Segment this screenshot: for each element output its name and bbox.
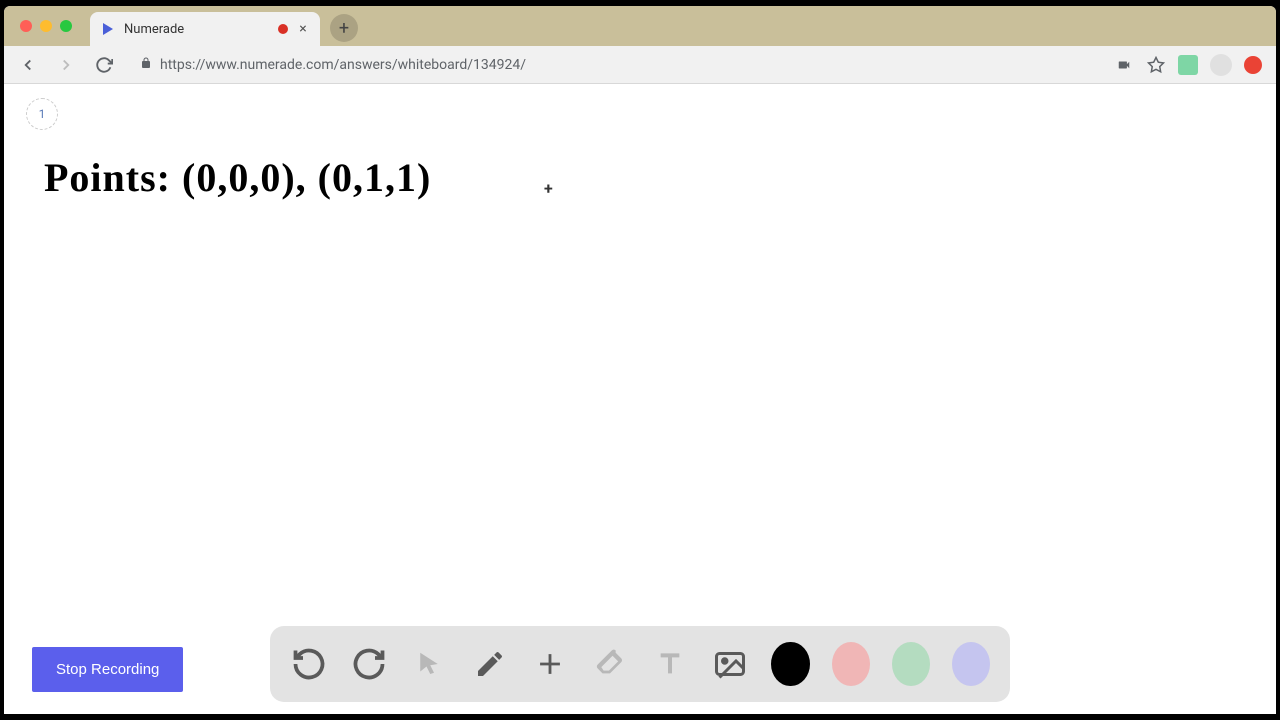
- close-tab-button[interactable]: ×: [296, 22, 310, 36]
- color-black-button[interactable]: [771, 642, 809, 686]
- redo-button[interactable]: [350, 642, 388, 686]
- back-button[interactable]: [14, 51, 42, 79]
- lock-icon: [140, 57, 152, 72]
- tab-favicon-icon: [100, 21, 116, 37]
- window-controls: [12, 6, 80, 46]
- profile-avatar[interactable]: [1210, 54, 1232, 76]
- handwriting-text: Points: (0,0,0), (0,1,1): [44, 154, 431, 201]
- crosshair-cursor-icon: +: [544, 179, 553, 198]
- browser-window: Numerade × + https://www.numerade.com/an…: [4, 6, 1276, 714]
- browser-toolbar: https://www.numerade.com/answers/whitebo…: [4, 46, 1276, 84]
- maximize-window-button[interactable]: [60, 20, 72, 32]
- image-tool-button[interactable]: [711, 642, 749, 686]
- browser-tab[interactable]: Numerade ×: [90, 12, 320, 46]
- tab-title: Numerade: [124, 22, 270, 37]
- address-bar[interactable]: https://www.numerade.com/answers/whitebo…: [128, 51, 1104, 79]
- minimize-window-button[interactable]: [40, 20, 52, 32]
- undo-button[interactable]: [290, 642, 328, 686]
- close-window-button[interactable]: [20, 20, 32, 32]
- camera-icon[interactable]: [1114, 55, 1134, 75]
- url-text: https://www.numerade.com/answers/whitebo…: [160, 57, 526, 73]
- forward-button[interactable]: [52, 51, 80, 79]
- plus-tool-button[interactable]: [531, 642, 569, 686]
- pen-tool-button[interactable]: [470, 642, 508, 686]
- recording-indicator-icon: [278, 24, 288, 34]
- text-tool-button[interactable]: [651, 642, 689, 686]
- pointer-tool-button[interactable]: [410, 642, 448, 686]
- extension-green-icon[interactable]: [1178, 55, 1198, 75]
- new-tab-button[interactable]: +: [330, 14, 358, 42]
- color-pink-button[interactable]: [832, 642, 870, 686]
- extension-red-icon[interactable]: [1244, 56, 1262, 74]
- eraser-tool-button[interactable]: [591, 642, 629, 686]
- reload-button[interactable]: [90, 51, 118, 79]
- whiteboard-toolbar: [270, 626, 1010, 702]
- stop-recording-button[interactable]: Stop Recording: [32, 647, 183, 692]
- page-number-badge[interactable]: 1: [26, 98, 58, 130]
- star-icon[interactable]: [1146, 55, 1166, 75]
- color-green-button[interactable]: [892, 642, 930, 686]
- page-number: 1: [39, 107, 46, 121]
- color-purple-button[interactable]: [952, 642, 990, 686]
- toolbar-extensions: [1114, 54, 1266, 76]
- page-content: 1 Points: (0,0,0), (0,1,1) + Stop Record…: [4, 84, 1276, 714]
- tab-strip: Numerade × +: [4, 6, 1276, 46]
